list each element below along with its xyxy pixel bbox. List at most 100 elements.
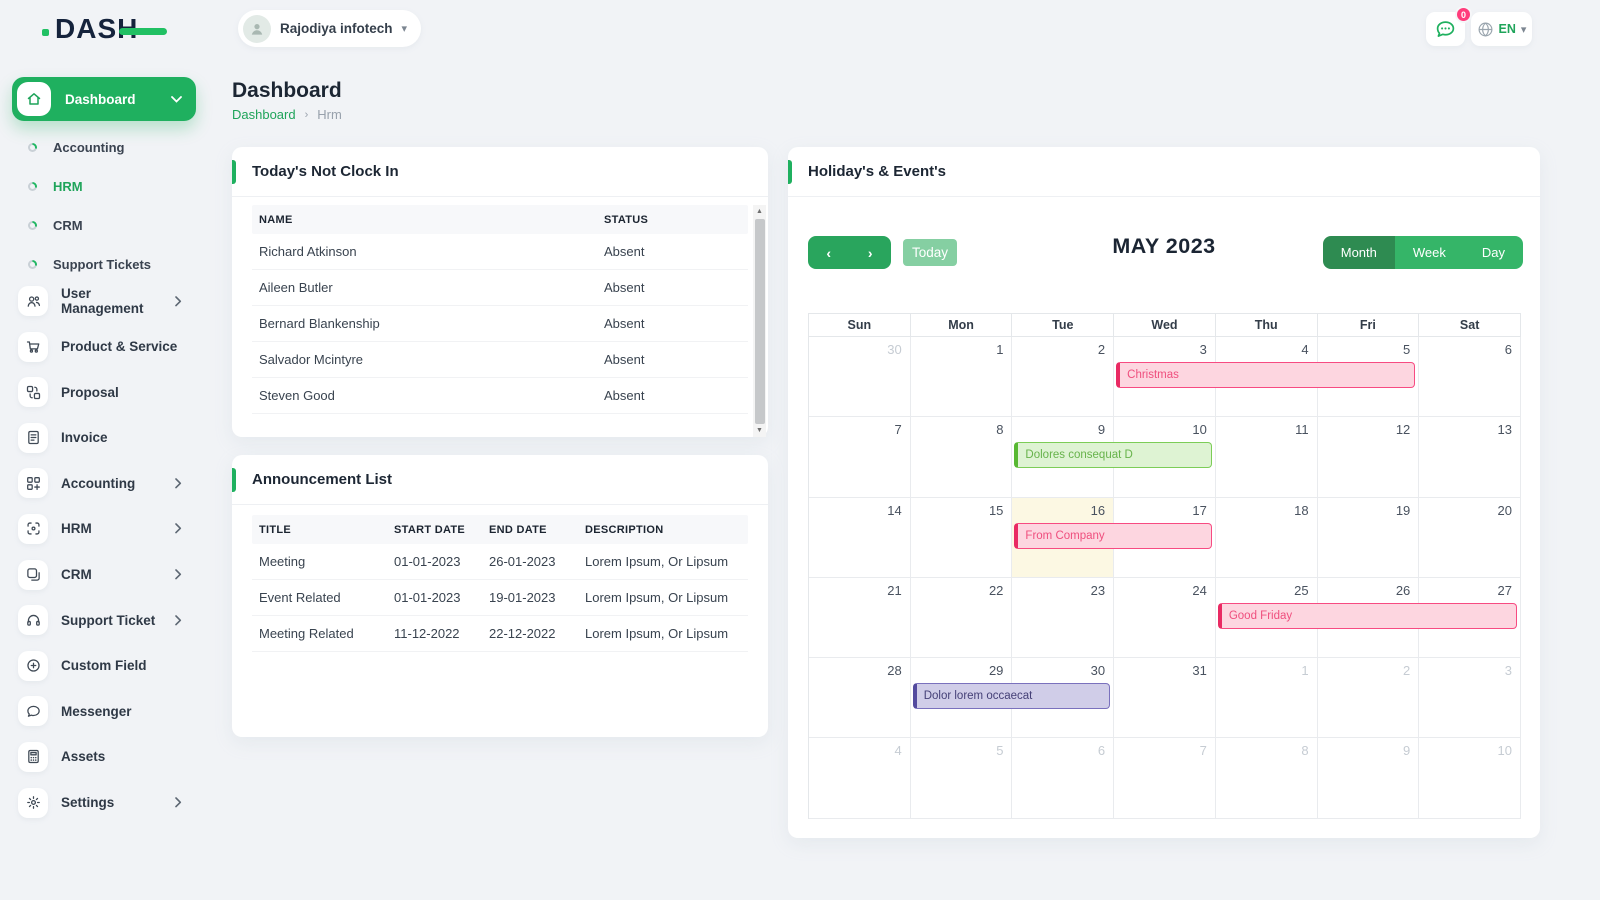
- chevron-down-icon: [171, 96, 182, 103]
- scrollbar[interactable]: ▲ ▼: [753, 205, 766, 437]
- breadcrumb: Dashboard › Hrm: [232, 107, 342, 122]
- calendar-event[interactable]: Dolor lorem occaecat: [913, 683, 1110, 709]
- sidebar-item-crm[interactable]: CRM: [0, 560, 210, 590]
- chevron-right-icon: [175, 797, 182, 808]
- calendar-day-cell[interactable]: 18: [1216, 498, 1318, 578]
- sidebar-subitem-label: HRM: [53, 179, 83, 194]
- crm-icon: [18, 560, 48, 590]
- calendar-day-cell[interactable]: 3: [1419, 658, 1521, 738]
- view-day-button[interactable]: Day: [1464, 236, 1523, 269]
- cell-title: Meeting: [252, 554, 387, 569]
- app-logo[interactable]: DASH: [55, 13, 165, 51]
- announcement-table: TITLE START DATE END DATE DESCRIPTION Me…: [252, 515, 748, 652]
- calendar-day-cell[interactable]: 24: [1114, 578, 1216, 658]
- day-header-thu: Thu: [1216, 314, 1318, 337]
- accounting-grid-icon: [18, 468, 48, 498]
- chevron-right-icon: [175, 296, 182, 307]
- sidebar-item-dashboard[interactable]: Dashboard: [12, 77, 196, 121]
- sidebar-item-accounting[interactable]: Accounting: [0, 468, 210, 498]
- calendar-day-cell[interactable]: 13: [1419, 417, 1521, 497]
- calendar-event[interactable]: Christmas: [1116, 362, 1415, 388]
- table-row: Aileen ButlerAbsent: [252, 270, 748, 306]
- table-row: Bernard BlankenshipAbsent: [252, 306, 748, 342]
- calendar-day-cell[interactable]: 30: [809, 337, 911, 417]
- scroll-down-icon[interactable]: ▼: [753, 424, 766, 437]
- chevron-right-icon: [175, 615, 182, 626]
- column-header-title: TITLE: [252, 524, 387, 536]
- clockin-table-header: NAME STATUS: [252, 205, 748, 234]
- calendar-day-cell[interactable]: 5: [911, 738, 1013, 818]
- calendar-day-cell[interactable]: 23: [1012, 578, 1114, 658]
- sidebar-subitem-crm[interactable]: CRM: [0, 206, 210, 245]
- sidebar-item-product-service[interactable]: Product & Service: [0, 332, 210, 362]
- messages-button[interactable]: 0: [1426, 12, 1465, 46]
- calendar-day-cell[interactable]: 19: [1318, 498, 1420, 578]
- table-row: Steven GoodAbsent: [252, 378, 748, 414]
- calendar-day-cell[interactable]: 20: [1419, 498, 1521, 578]
- language-selector[interactable]: EN ▾: [1471, 12, 1532, 46]
- chevron-down-icon: ▾: [402, 22, 408, 35]
- sidebar-subitem-hrm[interactable]: HRM: [0, 167, 210, 206]
- sidebar-subitem-support-tickets[interactable]: Support Tickets: [0, 245, 210, 284]
- calendar-day-cell[interactable]: 21: [809, 578, 911, 658]
- bullet-icon: [28, 221, 37, 230]
- sidebar-item-assets[interactable]: Assets: [0, 742, 210, 772]
- scrollbar-thumb[interactable]: [755, 219, 765, 424]
- calendar-day-cell[interactable]: 4: [809, 738, 911, 818]
- calendar-day-cell[interactable]: 2: [1012, 337, 1114, 417]
- calendar-day-cell[interactable]: 6: [1419, 337, 1521, 417]
- calendar-day-cell[interactable]: 7: [809, 417, 911, 497]
- table-row: Meeting01-01-202326-01-2023Lorem Ipsum, …: [252, 544, 748, 580]
- calendar-view-switcher: MonthWeekDay: [1323, 236, 1523, 269]
- sidebar-item-hrm[interactable]: HRM: [0, 514, 210, 544]
- sidebar-item-label: HRM: [61, 521, 175, 536]
- day-header-mon: Mon: [911, 314, 1013, 337]
- cell-description: Lorem Ipsum, Or Lipsum: [578, 554, 748, 569]
- calendar-day-cell[interactable]: 11: [1216, 417, 1318, 497]
- view-month-button[interactable]: Month: [1323, 236, 1395, 269]
- view-week-button[interactable]: Week: [1395, 236, 1464, 269]
- calendar-day-cell[interactable]: 9: [1318, 738, 1420, 818]
- sidebar-item-proposal[interactable]: Proposal: [0, 377, 210, 407]
- calendar-day-cell[interactable]: 1: [911, 337, 1013, 417]
- sidebar-item-support-ticket[interactable]: Support Ticket: [0, 605, 210, 635]
- clockin-card: Today's Not Clock In NAME STATUS Richard…: [232, 147, 768, 437]
- calendar-event[interactable]: Good Friday: [1218, 603, 1517, 629]
- calendar-day-cell[interactable]: 8: [1216, 738, 1318, 818]
- cart-icon: [18, 332, 48, 362]
- calendar-event[interactable]: Dolores consequat D: [1014, 442, 1211, 468]
- breadcrumb-link[interactable]: Dashboard: [232, 107, 296, 122]
- sidebar-subitem-accounting[interactable]: Accounting: [0, 128, 210, 167]
- calendar-day-cell[interactable]: 12: [1318, 417, 1420, 497]
- company-selector[interactable]: Rajodiya infotech ▾: [238, 10, 421, 47]
- cell-status: Absent: [597, 244, 748, 259]
- calendar-day-cell[interactable]: 8: [911, 417, 1013, 497]
- sidebar-item-label: Messenger: [61, 704, 210, 719]
- calendar-day-cell[interactable]: 7: [1114, 738, 1216, 818]
- calendar-day-cell[interactable]: 31: [1114, 658, 1216, 738]
- scroll-up-icon[interactable]: ▲: [753, 205, 766, 218]
- calendar-day-cell[interactable]: 1: [1216, 658, 1318, 738]
- sidebar-item-user-management[interactable]: User Management: [0, 286, 210, 316]
- calendar-day-cell[interactable]: 22: [911, 578, 1013, 658]
- sidebar-item-messenger[interactable]: Messenger: [0, 696, 210, 726]
- calendar-day-cell[interactable]: 28: [809, 658, 911, 738]
- cell-status: Absent: [597, 280, 748, 295]
- calendar-day-cell[interactable]: 10: [1419, 738, 1521, 818]
- cell-name: Salvador Mcintyre: [252, 352, 597, 367]
- sidebar-item-settings[interactable]: Settings: [0, 788, 210, 818]
- sidebar-item-invoice[interactable]: Invoice: [0, 423, 210, 453]
- calendar-day-cell[interactable]: 15: [911, 498, 1013, 578]
- day-header-sun: Sun: [809, 314, 911, 337]
- calendar-day-cell[interactable]: 6: [1012, 738, 1114, 818]
- table-row: Richard AtkinsonAbsent: [252, 234, 748, 270]
- calendar-day-cell[interactable]: 14: [809, 498, 911, 578]
- chevron-right-icon: [175, 478, 182, 489]
- calendar-day-cell[interactable]: 2: [1318, 658, 1420, 738]
- sidebar-subitem-label: Support Tickets: [53, 257, 151, 272]
- message-icon: [18, 696, 48, 726]
- cell-title: Event Related: [252, 590, 387, 605]
- sidebar-item-label: Custom Field: [61, 658, 210, 673]
- sidebar-item-custom-field[interactable]: Custom Field: [0, 651, 210, 681]
- calendar-event[interactable]: From Company: [1014, 523, 1211, 549]
